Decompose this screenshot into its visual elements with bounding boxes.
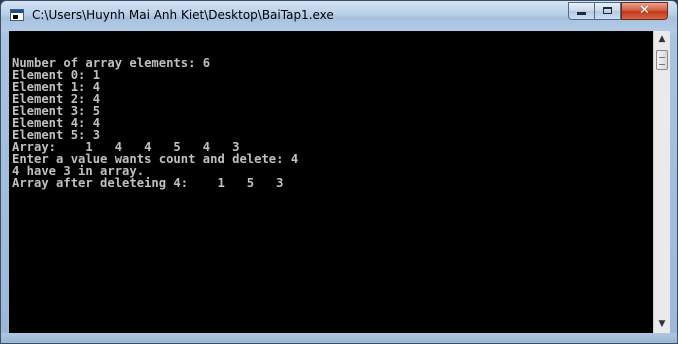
- console-line: Element 3: 5: [12, 104, 101, 118]
- console-line: Number of array elements: 6: [12, 56, 211, 70]
- arrow-down-icon: ▼: [658, 319, 666, 329]
- scroll-up-button[interactable]: ▲: [654, 31, 670, 48]
- console-line: Array after deleteing 4: 1 5 3: [12, 176, 284, 190]
- console-window: C:\Users\Huynh Mai Anh Kiet\Desktop\BaiT…: [0, 0, 678, 344]
- window-title: C:\Users\Huynh Mai Anh Kiet\Desktop\BaiT…: [32, 8, 334, 22]
- minimize-button[interactable]: [568, 2, 595, 20]
- console-app-icon[interactable]: [10, 9, 24, 21]
- window-frame-bottom[interactable]: [1, 333, 677, 343]
- maximize-icon: [603, 7, 612, 14]
- title-bar[interactable]: C:\Users\Huynh Mai Anh Kiet\Desktop\BaiT…: [1, 1, 677, 31]
- minimize-icon: [577, 12, 586, 15]
- scroll-down-button[interactable]: ▼: [654, 316, 670, 333]
- console-line: Element 4: 4: [12, 116, 101, 130]
- scrollbar-thumb[interactable]: [656, 50, 668, 70]
- console-line: Element 2: 4: [12, 92, 101, 106]
- close-icon: ✕: [639, 3, 650, 18]
- close-button[interactable]: ✕: [621, 2, 668, 20]
- console-output-area[interactable]: Number of array elements: 6 Element 0: 1E…: [9, 31, 653, 333]
- console-text: Number of array elements: 6 Element 0: 1E…: [9, 31, 653, 189]
- arrow-up-icon: ▲: [658, 34, 666, 44]
- maximize-button[interactable]: [595, 2, 621, 20]
- console-line: Element 1: 4: [12, 80, 101, 94]
- console-line: Element 0: 1: [12, 68, 101, 82]
- vertical-scrollbar[interactable]: ▲ ▼: [653, 31, 670, 333]
